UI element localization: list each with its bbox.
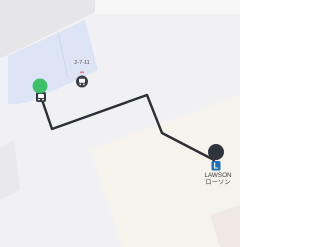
nearby-stop-marker-dot [80,71,84,74]
map-canvas[interactable]: L [0,0,240,247]
destination-label: LAWSON ローソン [196,172,240,187]
nearby-stop-label: 2-7-11 [74,60,90,66]
highlighted-block-edge [0,56,8,106]
nearby-stop-icon[interactable] [76,75,88,88]
origin-pin-icon[interactable] [32,78,48,94]
origin-stop-icon[interactable] [36,92,46,102]
svg-text:L: L [214,162,219,171]
map-view[interactable]: L 2-7-11 LAWSON ローソン [0,0,240,247]
road-top [95,0,240,14]
destination-label-line2: ローソン [205,178,231,186]
